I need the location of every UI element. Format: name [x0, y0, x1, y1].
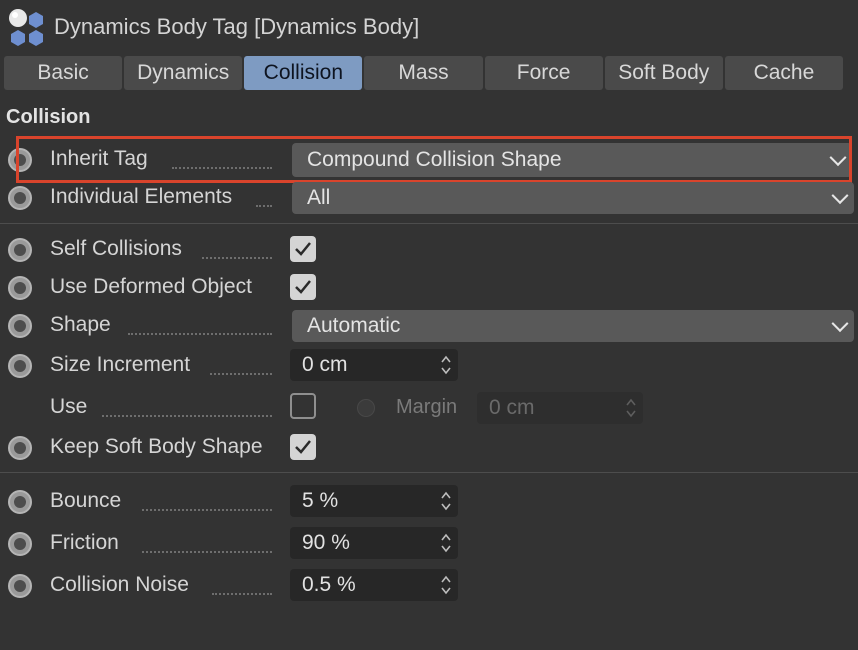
individual-elements-select[interactable]: All — [292, 182, 854, 214]
chevron-down-icon — [831, 187, 849, 205]
collision-noise-label: Collision Noise — [50, 573, 189, 596]
tab-force[interactable]: Force — [484, 56, 603, 90]
leader-dots — [142, 509, 272, 511]
section-title: Collision — [6, 106, 91, 128]
tab-bar: Basic Dynamics Collision Mass Force Soft… — [4, 56, 843, 90]
tab-basic[interactable]: Basic — [4, 56, 123, 90]
tab-mass[interactable]: Mass — [364, 56, 483, 90]
inherit-tag-select[interactable]: Compound Collision Shape — [292, 143, 852, 177]
animate-radio-bounce[interactable] — [8, 490, 32, 514]
size-increment-label: Size Increment — [50, 353, 191, 376]
checkmark-icon — [295, 242, 311, 256]
leader-dots — [102, 415, 272, 417]
spinner-arrows-icon[interactable] — [625, 396, 637, 420]
use-deformed-object-checkbox[interactable] — [290, 274, 316, 300]
individual-elements-label: Individual Elements — [50, 185, 233, 208]
bounce-input[interactable]: 5 % — [290, 485, 458, 517]
leader-dots — [172, 167, 272, 169]
chevron-down-icon — [831, 315, 849, 333]
spinner-arrows-icon[interactable] — [440, 573, 452, 597]
checkmark-icon — [295, 440, 311, 454]
animate-radio-friction[interactable] — [8, 532, 32, 556]
leader-dots — [210, 373, 272, 375]
use-checkbox[interactable] — [290, 393, 316, 419]
tab-dynamics[interactable]: Dynamics — [124, 56, 243, 90]
keep-soft-body-shape-label: Keep Soft Body Shape — [50, 435, 263, 458]
collision-noise-value: 0.5 % — [302, 573, 356, 596]
spinner-arrows-icon[interactable] — [440, 353, 452, 377]
leader-dots — [256, 205, 272, 207]
window-title: Dynamics Body Tag [Dynamics Body] — [54, 14, 420, 39]
margin-label: Margin — [396, 396, 458, 418]
margin-input[interactable]: 0 cm — [477, 392, 643, 424]
use-deformed-object-label: Use Deformed Object — [50, 275, 252, 298]
checkmark-icon — [295, 280, 311, 294]
animate-radio-inherit-tag[interactable] — [8, 148, 32, 172]
shape-select[interactable]: Automatic — [292, 310, 854, 342]
animate-radio-self-collisions[interactable] — [8, 238, 32, 262]
animate-radio-margin[interactable] — [357, 399, 375, 417]
shape-value: Automatic — [307, 314, 401, 337]
animate-radio-shape[interactable] — [8, 314, 32, 338]
shape-label: Shape — [50, 313, 111, 336]
animate-radio-keep-soft-body-shape[interactable] — [8, 436, 32, 460]
use-label: Use — [50, 395, 88, 418]
tab-cache[interactable]: Cache — [724, 56, 843, 90]
individual-elements-value: All — [307, 186, 331, 209]
chevron-down-icon — [829, 149, 847, 167]
friction-label: Friction — [50, 531, 119, 554]
leader-dots — [142, 551, 272, 553]
margin-value: 0 cm — [489, 396, 535, 419]
leader-dots — [128, 333, 272, 335]
self-collisions-checkbox[interactable] — [290, 236, 316, 262]
size-increment-input[interactable]: 0 cm — [290, 349, 458, 381]
inherit-tag-value: Compound Collision Shape — [307, 148, 562, 171]
bounce-label: Bounce — [50, 489, 122, 512]
tab-collision[interactable]: Collision — [244, 56, 363, 90]
animate-radio-size-increment[interactable] — [8, 354, 32, 378]
animate-radio-use-deformed-object[interactable] — [8, 276, 32, 300]
spinner-arrows-icon[interactable] — [440, 489, 452, 513]
self-collisions-label: Self Collisions — [50, 237, 182, 260]
keep-soft-body-shape-checkbox[interactable] — [290, 434, 316, 460]
friction-value: 90 % — [302, 531, 350, 554]
dynamics-body-tag-icon — [6, 6, 48, 48]
leader-dots — [212, 593, 272, 595]
bounce-value: 5 % — [302, 489, 339, 512]
spinner-arrows-icon[interactable] — [440, 531, 452, 555]
collision-noise-input[interactable]: 0.5 % — [290, 569, 458, 601]
tab-soft-body[interactable]: Soft Body — [604, 56, 723, 90]
animate-radio-individual-elements[interactable] — [8, 186, 32, 210]
animate-radio-collision-noise[interactable] — [8, 574, 32, 598]
divider — [0, 223, 858, 224]
inherit-tag-label: Inherit Tag — [50, 147, 148, 170]
friction-input[interactable]: 90 % — [290, 527, 458, 559]
size-increment-value: 0 cm — [302, 353, 348, 376]
leader-dots — [202, 257, 272, 259]
divider — [0, 472, 858, 473]
